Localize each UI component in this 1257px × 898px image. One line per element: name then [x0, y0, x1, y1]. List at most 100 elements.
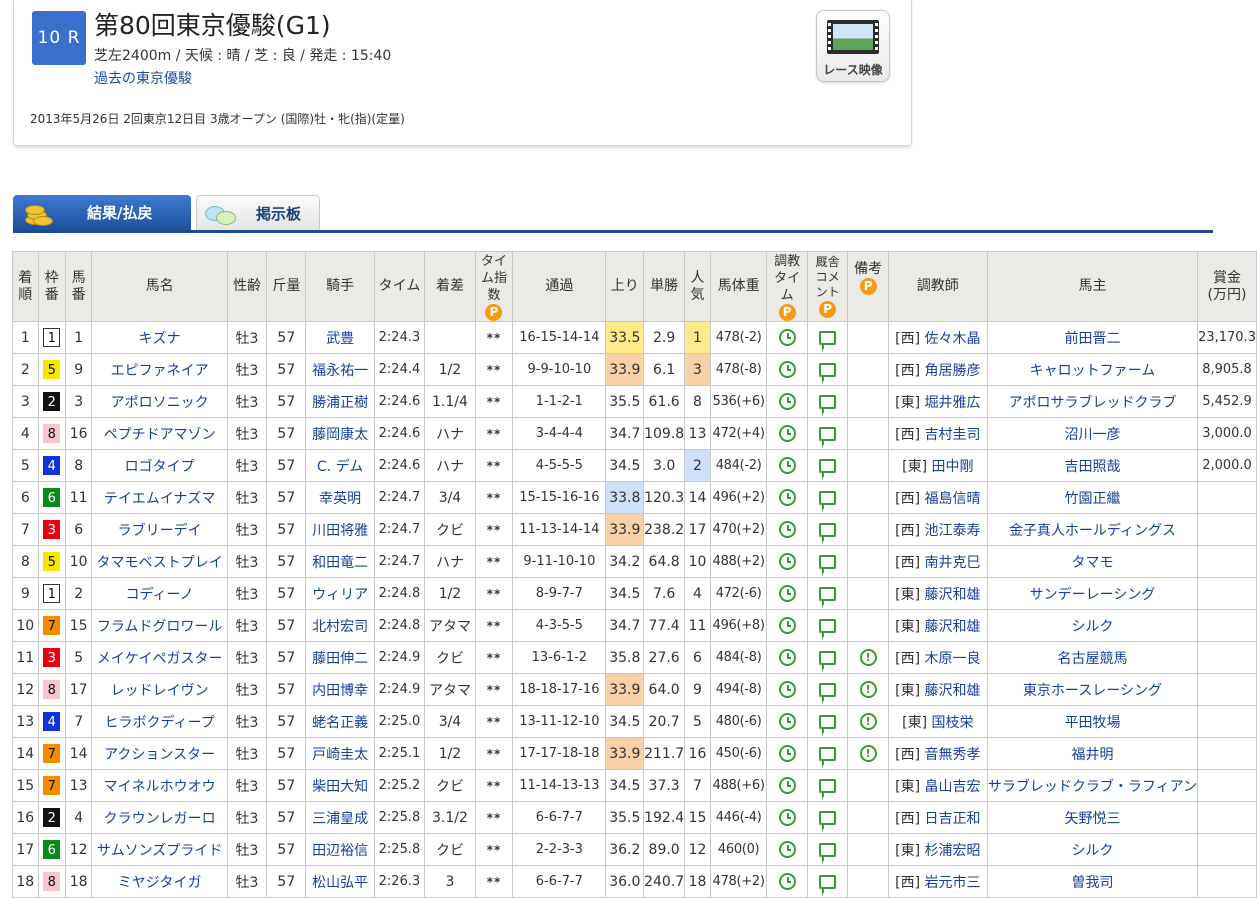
training-cell[interactable] — [766, 609, 808, 642]
training-cell[interactable] — [766, 513, 808, 546]
jockey-link[interactable]: 武豊 — [326, 331, 354, 347]
jockey-link[interactable]: 北村宏司 — [312, 619, 368, 635]
horse-name-link[interactable]: ヒラボクディープ — [105, 715, 215, 731]
time-index-cell[interactable]: ** — [474, 673, 514, 706]
clock-icon[interactable] — [778, 329, 796, 346]
past-races-link[interactable]: 過去の東京優駿 — [94, 68, 192, 88]
clock-icon[interactable] — [778, 841, 796, 858]
training-cell[interactable] — [766, 449, 808, 482]
trainer-link[interactable]: 池江泰寿 — [920, 523, 980, 539]
training-cell[interactable] — [766, 865, 808, 898]
owner-link[interactable]: シルク — [1071, 619, 1113, 635]
time-index-cell[interactable]: ** — [474, 449, 514, 482]
owner-link[interactable]: 前田晋二 — [1064, 331, 1120, 347]
training-cell[interactable] — [766, 353, 808, 386]
comment-icon[interactable] — [819, 842, 837, 864]
trainer-link[interactable]: 藤沢和雄 — [920, 587, 980, 603]
trainer-link[interactable]: 藤沢和雄 — [920, 683, 980, 699]
training-cell[interactable] — [766, 833, 808, 866]
clock-icon[interactable] — [778, 713, 796, 730]
clock-icon[interactable] — [778, 585, 796, 602]
comment-cell[interactable] — [806, 673, 849, 706]
comment-icon[interactable] — [819, 586, 837, 608]
comment-cell[interactable] — [806, 737, 849, 770]
trainer-link[interactable]: 日吉正和 — [920, 811, 980, 827]
clock-icon[interactable] — [778, 489, 796, 506]
time-index-cell[interactable]: ** — [474, 353, 514, 386]
horse-name-link[interactable]: マイネルホウオウ — [104, 779, 216, 795]
trainer-link[interactable]: 南井克巳 — [920, 555, 980, 571]
jockey-link[interactable]: 内田博幸 — [312, 683, 368, 699]
owner-link[interactable]: シルク — [1071, 843, 1113, 859]
time-index-cell[interactable]: ** — [474, 641, 514, 674]
trainer-link[interactable]: 国枝栄 — [927, 715, 973, 731]
horse-name-link[interactable]: ロゴタイプ — [125, 459, 195, 475]
comment-icon[interactable] — [819, 490, 837, 512]
time-index-cell[interactable]: ** — [474, 865, 514, 898]
time-index-cell[interactable]: ** — [474, 705, 514, 738]
jockey-link[interactable]: 田辺裕信 — [312, 843, 368, 859]
time-index-cell[interactable]: ** — [474, 385, 514, 418]
horse-name-link[interactable]: タマモベストプレイ — [96, 555, 222, 571]
horse-name-link[interactable]: クラウンレガーロ — [104, 811, 216, 827]
horse-name-link[interactable]: ペプチドアマゾン — [104, 427, 216, 443]
time-index-cell[interactable]: ** — [474, 321, 514, 354]
jockey-link[interactable]: 三浦皇成 — [312, 811, 368, 827]
owner-link[interactable]: キャロットファーム — [1030, 363, 1156, 379]
owner-link[interactable]: 矢野悦三 — [1064, 811, 1120, 827]
training-cell[interactable] — [766, 801, 808, 834]
jockey-link[interactable]: 藤田伸二 — [312, 651, 368, 667]
trainer-link[interactable]: 田中剛 — [927, 459, 973, 475]
horse-name-link[interactable]: テイエムイナズマ — [104, 491, 216, 507]
comment-icon[interactable] — [819, 778, 837, 800]
clock-icon[interactable] — [778, 553, 796, 570]
owner-link[interactable]: 名古屋競馬 — [1057, 651, 1127, 667]
horse-name-link[interactable]: コディーノ — [126, 587, 194, 603]
trainer-link[interactable]: 杉浦宏昭 — [920, 843, 980, 859]
comment-cell[interactable] — [806, 609, 849, 642]
comment-icon[interactable] — [819, 554, 837, 576]
tab-message-board[interactable]: 掲示板 — [196, 195, 320, 230]
jockey-link[interactable]: 幸英明 — [319, 491, 361, 507]
owner-link[interactable]: 沼川一彦 — [1064, 427, 1120, 443]
comment-cell[interactable] — [806, 385, 849, 418]
time-index-cell[interactable]: ** — [474, 513, 514, 546]
comment-cell[interactable] — [806, 865, 849, 898]
clock-icon[interactable] — [778, 361, 796, 378]
jockey-link[interactable]: 和田竜二 — [312, 555, 368, 571]
time-index-cell[interactable]: ** — [474, 769, 514, 802]
jockey-link[interactable]: 福永祐一 — [312, 363, 368, 379]
comment-icon[interactable] — [819, 394, 837, 416]
trainer-link[interactable]: 畠山吉宏 — [920, 779, 980, 795]
time-index-cell[interactable]: ** — [474, 577, 514, 610]
comment-cell[interactable] — [806, 833, 849, 866]
comment-cell[interactable] — [806, 769, 849, 802]
training-cell[interactable] — [766, 385, 808, 418]
owner-link[interactable]: 竹園正繼 — [1064, 491, 1120, 507]
trainer-link[interactable]: 角居勝彦 — [920, 363, 980, 379]
note-icon[interactable]: ! — [859, 681, 877, 698]
owner-link[interactable]: 平田牧場 — [1064, 715, 1120, 731]
time-index-cell[interactable]: ** — [474, 481, 514, 514]
comment-icon[interactable] — [819, 362, 837, 384]
training-cell[interactable] — [766, 769, 808, 802]
training-cell[interactable] — [766, 641, 808, 674]
owner-link[interactable]: 福井明 — [1071, 747, 1113, 763]
owner-link[interactable]: 金子真人ホールディングス — [1009, 523, 1176, 539]
jockey-link[interactable]: 藤岡康太 — [312, 427, 368, 443]
comment-icon[interactable] — [819, 650, 837, 672]
trainer-link[interactable]: 藤沢和雄 — [920, 619, 980, 635]
clock-icon[interactable] — [778, 425, 796, 442]
note-cell[interactable]: ! — [847, 673, 889, 706]
owner-link[interactable]: アポロサラブレッドクラブ — [1008, 395, 1176, 411]
training-cell[interactable] — [766, 321, 808, 354]
comment-icon[interactable] — [819, 714, 837, 736]
clock-icon[interactable] — [778, 777, 796, 794]
time-index-cell[interactable]: ** — [474, 609, 514, 642]
clock-icon[interactable] — [778, 617, 796, 634]
trainer-link[interactable]: 音無秀孝 — [920, 747, 980, 763]
note-icon[interactable]: ! — [859, 649, 877, 666]
comment-cell[interactable] — [806, 577, 849, 610]
jockey-link[interactable]: 戸崎圭太 — [312, 747, 368, 763]
note-cell[interactable]: ! — [847, 641, 889, 674]
